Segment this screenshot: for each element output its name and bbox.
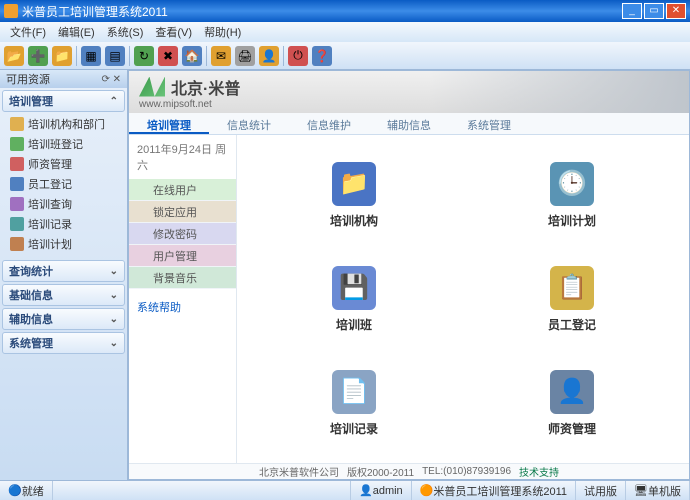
maximize-button[interactable]: ▭ [644,3,664,19]
footer-support-link[interactable]: 技术支持 [519,464,559,479]
window-title: 米普员工培训管理系统2011 [22,3,168,20]
menu-system[interactable]: 系统(S) [101,22,150,42]
grid-item-4[interactable]: 📄培训记录 [247,353,461,453]
date-display: 2011年9月24日 周六 [129,135,236,179]
grid-item-1[interactable]: 🕒培训计划 [465,145,679,245]
sidebar-item-0-2[interactable]: 师资管理 [6,154,125,174]
toolbar-btn-7[interactable]: 🏠 [182,46,202,66]
feature-grid: 📁培训机构🕒培训计划💾培训班📋员工登记📄培训记录👤师资管理 [237,135,689,463]
sidebar-title: 可用资源 [6,71,50,87]
tab-0[interactable]: 培训管理 [129,113,209,134]
toolbar: 📂➕📁 ▦▤ ↻✖🏠 ✉🖨👤 ⏻❓ [0,42,690,70]
toolbar-btn-3[interactable]: ▦ [81,46,101,66]
tab-1[interactable]: 信息统计 [209,113,289,134]
accordion-header-2[interactable]: 基础信息⌄ [2,284,125,306]
banner-image [429,71,689,113]
menu-file[interactable]: 文件(F) [4,22,52,42]
leftmenu-item-3[interactable]: 用户管理 [129,245,236,267]
sidebar-controls[interactable]: ⟳ ✕ [101,74,121,85]
toolbar-btn-8[interactable]: ✉ [211,46,231,66]
toolbar-btn-12[interactable]: ❓ [312,46,332,66]
sidebar-item-0-0[interactable]: 培训机构和部门 [6,114,125,134]
toolbar-btn-0[interactable]: 📂 [4,46,24,66]
accordion-header-3[interactable]: 辅助信息⌄ [2,308,125,330]
status-ready: 🔵 就绪 [0,481,53,500]
toolbar-btn-11[interactable]: ⏻ [288,46,308,66]
leftmenu-item-1[interactable]: 锁定应用 [129,201,236,223]
sidebar-item-0-5[interactable]: 培训记录 [6,214,125,234]
status-mode: 🖥 单机版 [626,481,690,500]
brand-name: 北京·米普 [171,75,240,99]
toolbar-btn-5[interactable]: ↻ [134,46,154,66]
app-icon [4,4,18,18]
toolbar-btn-1[interactable]: ➕ [28,46,48,66]
main-tabs: 培训管理信息统计信息维护辅助信息系统管理 [129,113,689,135]
leftmenu-item-0[interactable]: 在线用户 [129,179,236,201]
grid-item-0[interactable]: 📁培训机构 [247,145,461,245]
menu-help[interactable]: 帮助(H) [198,22,247,42]
grid-item-2[interactable]: 💾培训班 [247,249,461,349]
toolbar-btn-10[interactable]: 👤 [259,46,279,66]
minimize-button[interactable]: _ [622,3,642,19]
status-trial: 试用版 [576,481,626,500]
toolbar-btn-6[interactable]: ✖ [158,46,178,66]
tab-2[interactable]: 信息维护 [289,113,369,134]
accordion-header-0[interactable]: 培训管理⌃ [2,90,125,112]
footer-tel: TEL:(010)87939196 [422,466,511,477]
footer-copyright: 版权2000-2011 [347,464,414,479]
tab-4[interactable]: 系统管理 [449,113,529,134]
system-help-link[interactable]: 系统帮助 [129,289,236,325]
sidebar-accordion: 培训管理⌃培训机构和部门培训班登记师资管理员工登记培训查询培训记录培训计划查询统… [0,88,127,480]
tab-3[interactable]: 辅助信息 [369,113,449,134]
toolbar-btn-2[interactable]: 📁 [52,46,72,66]
sidebar-item-0-6[interactable]: 培训计划 [6,234,125,254]
sidebar-item-0-1[interactable]: 培训班登记 [6,134,125,154]
close-button[interactable]: ✕ [666,3,686,19]
status-app: 🟠 米普员工培训管理系统2011 [412,481,576,500]
sidebar-item-0-3[interactable]: 员工登记 [6,174,125,194]
content-footer: 北京米普软件公司 版权2000-2011 TEL:(010)87939196 技… [129,463,689,479]
content: 北京·米普 www.mipsoft.net 培训管理信息统计信息维护辅助信息系统… [128,70,690,480]
menubar: 文件(F) 编辑(E) 系统(S) 查看(V) 帮助(H) [0,22,690,42]
titlebar: 米普员工培训管理系统2011 _ ▭ ✕ [0,0,690,22]
accordion-header-4[interactable]: 系统管理⌄ [2,332,125,354]
menu-edit[interactable]: 编辑(E) [52,22,101,42]
sidebar: 可用资源 ⟳ ✕ 培训管理⌃培训机构和部门培训班登记师资管理员工登记培训查询培训… [0,70,128,480]
toolbar-btn-4[interactable]: ▤ [105,46,125,66]
leftmenu-item-2[interactable]: 修改密码 [129,223,236,245]
brand-url: www.mipsoft.net [139,99,240,110]
leftmenu-item-4[interactable]: 背景音乐 [129,267,236,289]
banner: 北京·米普 www.mipsoft.net [129,71,689,113]
toolbar-btn-9[interactable]: 🖨 [235,46,255,66]
left-column: 2011年9月24日 周六 在线用户锁定应用修改密码用户管理背景音乐 系统帮助 [129,135,237,463]
sidebar-header: 可用资源 ⟳ ✕ [0,70,127,88]
sidebar-item-0-4[interactable]: 培训查询 [6,194,125,214]
logo-icon [139,77,165,97]
grid-item-3[interactable]: 📋员工登记 [465,249,679,349]
accordion-header-1[interactable]: 查询统计⌄ [2,260,125,282]
footer-company: 北京米普软件公司 [259,464,339,479]
grid-item-5[interactable]: 👤师资管理 [465,353,679,453]
status-user: 👤 admin [351,481,412,500]
statusbar: 🔵 就绪 👤 admin 🟠 米普员工培训管理系统2011 试用版 🖥 单机版 [0,480,690,500]
menu-view[interactable]: 查看(V) [149,22,198,42]
